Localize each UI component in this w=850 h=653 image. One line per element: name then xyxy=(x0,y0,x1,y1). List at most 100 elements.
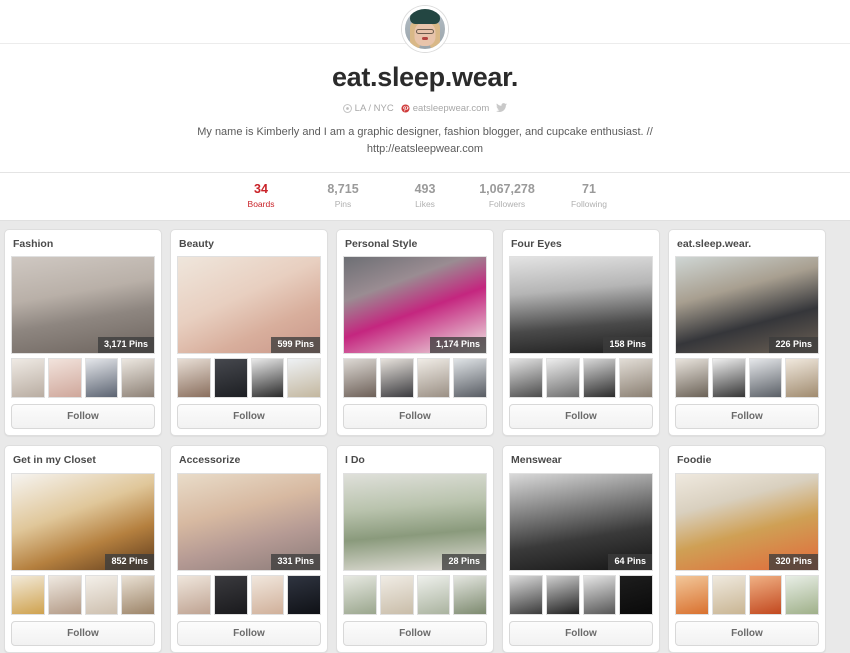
board-thumbnail[interactable] xyxy=(619,574,653,615)
board-thumbnail[interactable] xyxy=(509,574,543,615)
board-thumbnail-image xyxy=(417,359,450,398)
board-title[interactable]: Beauty xyxy=(177,236,321,257)
profile-bio: My name is Kimberly and I am a graphic d… xyxy=(197,125,653,155)
board-card[interactable]: Accessorize 331 Pins Follow xyxy=(170,445,328,653)
board-card[interactable]: Foodie 320 Pins Follow xyxy=(668,445,826,653)
board-thumbnail[interactable] xyxy=(250,574,285,615)
board-thumbnail[interactable] xyxy=(416,358,451,399)
board-thumbnail[interactable] xyxy=(509,358,543,399)
board-title[interactable]: Menswear xyxy=(509,452,653,473)
board-thumbnail[interactable] xyxy=(619,358,653,399)
board-cover[interactable]: 64 Pins xyxy=(509,472,653,571)
board-title[interactable]: Personal Style xyxy=(343,236,487,257)
board-thumbnail-image xyxy=(786,575,818,614)
board-thumbnail[interactable] xyxy=(287,358,321,399)
board-thumbnail[interactable] xyxy=(748,358,783,399)
board-thumbnail[interactable] xyxy=(711,358,746,399)
stat-pins-label: Pins xyxy=(334,198,352,209)
follow-button[interactable]: Follow xyxy=(509,404,653,430)
board-cover[interactable]: 28 Pins xyxy=(343,472,487,571)
website-text[interactable]: eatsleepwear.com xyxy=(413,103,490,114)
board-card[interactable]: Get in my Closet 852 Pins Follow xyxy=(4,445,162,653)
follow-button[interactable]: Follow xyxy=(509,620,653,646)
board-thumbnail[interactable] xyxy=(11,574,45,615)
board-thumbnail[interactable] xyxy=(711,574,746,615)
board-thumbnail-image xyxy=(288,359,320,398)
follow-button[interactable]: Follow xyxy=(343,404,487,430)
board-thumbnail[interactable] xyxy=(379,358,414,399)
board-thumbnail[interactable] xyxy=(84,358,119,399)
board-card[interactable]: Four Eyes 158 Pins Follow xyxy=(502,228,660,437)
board-thumbnail[interactable] xyxy=(379,574,414,615)
profile-website[interactable]: eatsleepwear.com xyxy=(401,103,490,114)
board-title[interactable]: Get in my Closet xyxy=(11,452,155,473)
board-title[interactable]: Foodie xyxy=(675,452,819,473)
stat-likes[interactable]: 493 Likes xyxy=(384,182,466,209)
stat-following[interactable]: 71 Following xyxy=(548,182,630,209)
board-thumbnail[interactable] xyxy=(177,574,211,615)
board-card[interactable]: eat.sleep.wear. 226 Pins Follow xyxy=(668,228,826,437)
board-thumbnail[interactable] xyxy=(675,574,709,615)
board-thumbnail[interactable] xyxy=(213,574,248,615)
board-thumbnail[interactable] xyxy=(545,358,580,399)
board-thumbnail[interactable] xyxy=(582,574,617,615)
follow-button[interactable]: Follow xyxy=(675,404,819,430)
board-card[interactable]: Fashion 3,171 Pins Follow xyxy=(4,228,162,437)
board-title[interactable]: eat.sleep.wear. xyxy=(675,236,819,257)
follow-button[interactable]: Follow xyxy=(177,620,321,646)
board-thumbnail[interactable] xyxy=(785,358,819,399)
board-thumbnail[interactable] xyxy=(177,358,211,399)
follow-button[interactable]: Follow xyxy=(11,404,155,430)
board-card[interactable]: Menswear 64 Pins Follow xyxy=(502,445,660,653)
board-card[interactable]: Personal Style 1,174 Pins Follow xyxy=(336,228,494,437)
board-thumbnail[interactable] xyxy=(121,574,155,615)
board-cover[interactable]: 599 Pins xyxy=(177,256,321,355)
board-pin-count: 599 Pins xyxy=(271,337,320,354)
board-title[interactable]: Fashion xyxy=(11,236,155,257)
board-thumbnail[interactable] xyxy=(416,574,451,615)
board-title[interactable]: Four Eyes xyxy=(509,236,653,257)
follow-button[interactable]: Follow xyxy=(11,620,155,646)
board-thumbnail[interactable] xyxy=(47,358,82,399)
board-thumbnail[interactable] xyxy=(748,574,783,615)
board-cover[interactable]: 852 Pins xyxy=(11,472,155,571)
stat-followers[interactable]: 1,067,278 Followers xyxy=(466,182,548,209)
board-cover[interactable]: 226 Pins xyxy=(675,256,819,355)
stat-boards[interactable]: 34 Boards xyxy=(220,182,302,209)
board-thumbnail[interactable] xyxy=(84,574,119,615)
board-cover[interactable]: 3,171 Pins xyxy=(11,256,155,355)
board-cover[interactable]: 1,174 Pins xyxy=(343,256,487,355)
board-thumbnail[interactable] xyxy=(250,358,285,399)
board-thumbnail[interactable] xyxy=(343,358,377,399)
board-thumbnail[interactable] xyxy=(785,574,819,615)
board-thumbnail[interactable] xyxy=(582,358,617,399)
board-thumbnail[interactable] xyxy=(343,574,377,615)
board-thumbnail[interactable] xyxy=(47,574,82,615)
follow-button[interactable]: Follow xyxy=(675,620,819,646)
stat-pins[interactable]: 8,715 Pins xyxy=(302,182,384,209)
avatar[interactable] xyxy=(402,6,448,52)
board-thumbnail[interactable] xyxy=(453,358,487,399)
follow-button[interactable]: Follow xyxy=(177,404,321,430)
board-thumbnail[interactable] xyxy=(213,358,248,399)
board-thumbnail[interactable] xyxy=(675,358,709,399)
board-thumbnail[interactable] xyxy=(121,358,155,399)
board-thumbnail-image xyxy=(344,359,376,398)
follow-button[interactable]: Follow xyxy=(343,620,487,646)
board-thumbnail[interactable] xyxy=(453,574,487,615)
stat-boards-label: Boards xyxy=(247,198,275,209)
board-cover[interactable]: 320 Pins xyxy=(675,472,819,571)
board-thumbnail-image xyxy=(583,575,616,614)
board-card[interactable]: I Do 28 Pins Follow xyxy=(336,445,494,653)
board-pin-count: 64 Pins xyxy=(608,554,652,570)
board-thumbnail[interactable] xyxy=(11,358,45,399)
board-thumbnail-image xyxy=(380,359,413,398)
board-card[interactable]: Beauty 599 Pins Follow xyxy=(170,228,328,437)
board-cover[interactable]: 331 Pins xyxy=(177,472,321,571)
board-thumbnail[interactable] xyxy=(545,574,580,615)
board-cover[interactable]: 158 Pins xyxy=(509,256,653,355)
board-thumbnail[interactable] xyxy=(287,574,321,615)
board-title[interactable]: Accessorize xyxy=(177,452,321,473)
board-title[interactable]: I Do xyxy=(343,452,487,473)
profile-twitter[interactable] xyxy=(496,103,508,113)
